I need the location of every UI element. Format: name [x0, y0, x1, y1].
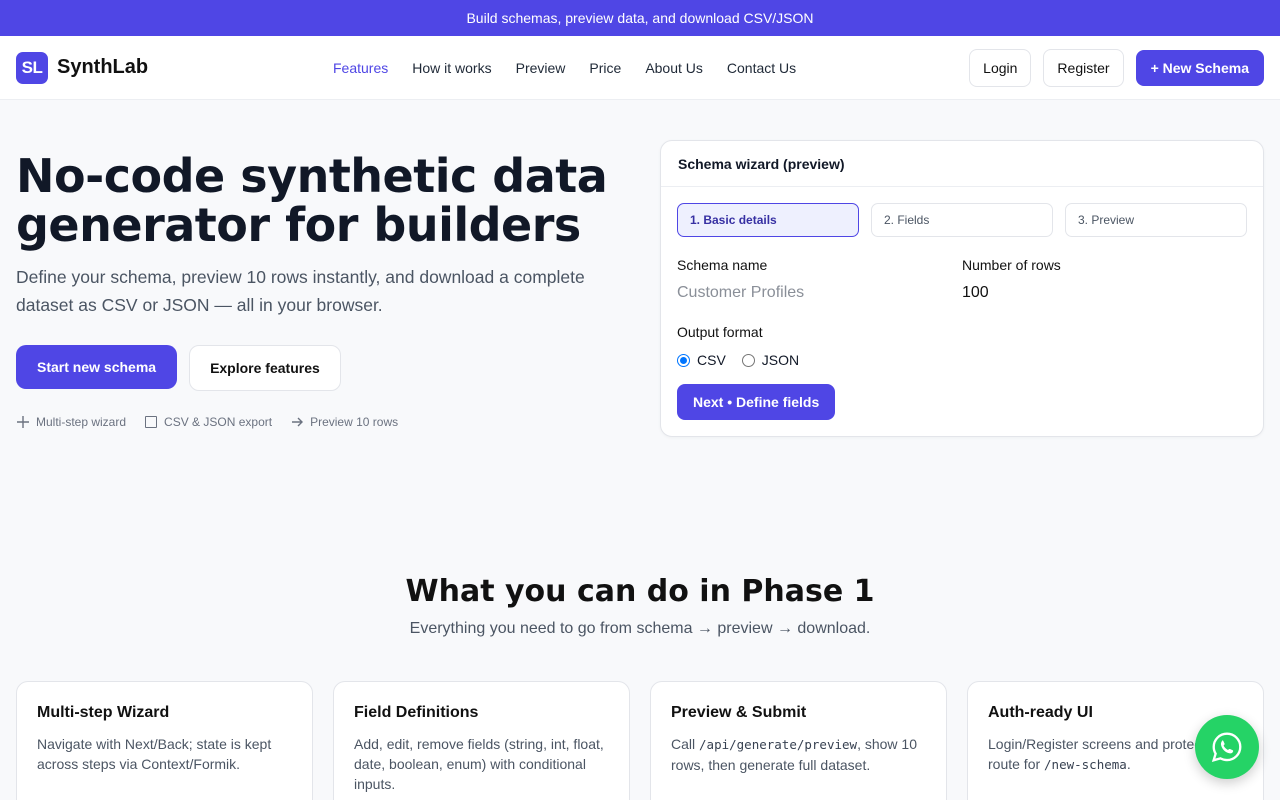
- card-title: Preview & Submit: [671, 704, 807, 721]
- schema-wizard-card: Schema wizard (preview) 1. Basic details…: [660, 140, 1264, 437]
- whatsapp-button[interactable]: [1195, 715, 1259, 779]
- hero-ctas: Start new schema Explore features: [16, 345, 626, 391]
- rows-input[interactable]: [962, 284, 1222, 302]
- format-csv-label: CSV: [697, 352, 726, 368]
- section-subtitle: Everything you need to go from schema → …: [409, 620, 871, 637]
- feature-preview: Preview 10 rows: [290, 415, 398, 429]
- step-basic-details[interactable]: 1. Basic details: [677, 203, 859, 237]
- feature-card-wizard: Multi-step Wizard Navigate with Next/Bac…: [16, 681, 313, 800]
- feature-export: CSV & JSON export: [144, 415, 272, 429]
- feature-label: Multi-step wizard: [36, 415, 127, 429]
- navbar: SL SynthLab Features How it works Previe…: [0, 36, 1280, 100]
- wizard-fields: Schema name Number of rows: [661, 237, 1263, 302]
- logo-icon: SL: [16, 51, 48, 84]
- nav-actions: Login Register + New Schema: [969, 48, 1264, 87]
- arrow-right-icon: [290, 415, 304, 429]
- feature-card-fields: Field Definitions Add, edit, remove fiel…: [333, 681, 630, 800]
- schema-name-label: Schema name: [677, 257, 768, 273]
- feature-label: CSV & JSON export: [164, 415, 273, 429]
- card-text: Navigate with Next/Back; state is kept a…: [37, 736, 272, 772]
- card-title: Field Definitions: [354, 704, 479, 721]
- step-fields[interactable]: 2. Fields: [871, 203, 1053, 237]
- new-schema-button[interactable]: + New Schema: [1135, 49, 1264, 86]
- schema-name-group: Schema name: [677, 257, 962, 302]
- nav-link-about-us[interactable]: About Us: [645, 60, 703, 76]
- wizard-steps: 1. Basic details 2. Fields 3. Preview: [661, 187, 1263, 237]
- nav-link-contact-us[interactable]: Contact Us: [727, 60, 796, 76]
- card-title: Multi-step Wizard: [37, 704, 170, 721]
- nav-link-features[interactable]: Features: [333, 60, 388, 76]
- format-json-label: JSON: [761, 352, 800, 368]
- radio-selected-icon[interactable]: [677, 353, 690, 367]
- api-endpoint-code: /api/generate/preview: [699, 737, 858, 752]
- format-csv-radio[interactable]: CSV: [677, 352, 726, 368]
- feature-label: Preview 10 rows: [310, 415, 399, 429]
- login-button[interactable]: Login: [969, 48, 1032, 87]
- next-define-fields-button[interactable]: Next • Define fields: [677, 384, 836, 420]
- radio-unselected-icon[interactable]: [741, 353, 755, 367]
- announcement-text: Build schemas, preview data, and downloa…: [466, 10, 814, 26]
- format-radios: CSV JSON: [677, 352, 1247, 368]
- brand[interactable]: SL SynthLab: [16, 51, 149, 84]
- section-title: What you can do in Phase 1: [405, 574, 875, 609]
- card-text: Call /api/generate/preview, show 10 rows…: [671, 736, 917, 773]
- nav-link-preview[interactable]: Preview: [516, 60, 566, 76]
- brand-name: SynthLab: [57, 56, 149, 78]
- plus-icon: [16, 415, 30, 429]
- register-button[interactable]: Register: [1043, 48, 1124, 87]
- start-new-schema-button[interactable]: Start new schema: [16, 345, 178, 389]
- hero-title: No-code synthetic data generator for bui…: [16, 152, 626, 250]
- card-text: Add, edit, remove fields (string, int, f…: [354, 736, 604, 792]
- schema-name-input[interactable]: [677, 284, 937, 302]
- feature-cards: Multi-step Wizard Navigate with Next/Bac…: [16, 681, 1264, 800]
- wizard-title: Schema wizard (preview): [661, 141, 1263, 187]
- hero-feature-list: Multi-step wizard CSV & JSON export Prev…: [16, 415, 626, 429]
- step-preview[interactable]: 3. Preview: [1065, 203, 1247, 237]
- hero-subtitle: Define your schema, preview 10 rows inst…: [16, 267, 585, 315]
- hero-title-line-1: No-code synthetic data: [16, 149, 608, 203]
- hero-title-line-2: generator for builders: [16, 198, 581, 252]
- nav-links: Features How it works Preview Price Abou…: [333, 36, 796, 100]
- output-format-label: Output format: [677, 324, 763, 340]
- hero: No-code synthetic data generator for bui…: [16, 152, 626, 429]
- explore-features-button[interactable]: Explore features: [189, 345, 341, 391]
- whatsapp-icon: [1211, 732, 1242, 762]
- announcement-bar: Build schemas, preview data, and downloa…: [0, 0, 1280, 36]
- nav-link-how-it-works[interactable]: How it works: [412, 60, 491, 76]
- rows-label: Number of rows: [962, 257, 1061, 273]
- checkbox-icon: [144, 415, 158, 429]
- route-code: /new-schema: [1044, 757, 1127, 772]
- rows-group: Number of rows: [962, 257, 1247, 302]
- nav-link-price[interactable]: Price: [589, 60, 621, 76]
- format-json-radio[interactable]: JSON: [741, 352, 800, 368]
- feature-card-preview: Preview & Submit Call /api/generate/prev…: [650, 681, 947, 800]
- card-title: Auth-ready UI: [988, 704, 1093, 721]
- output-format-group: Output format CSV JSON: [661, 302, 1263, 368]
- feature-multi-step: Multi-step wizard: [16, 415, 126, 429]
